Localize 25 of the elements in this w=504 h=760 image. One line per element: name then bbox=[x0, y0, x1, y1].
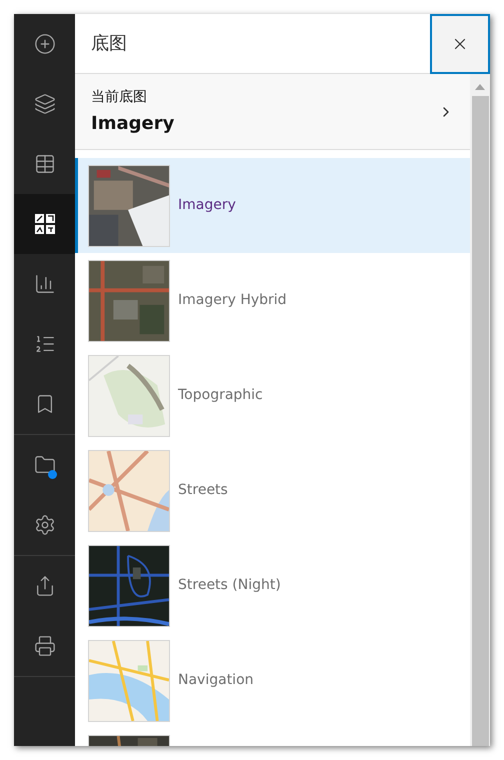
basemap-name: Imagery Hybrid bbox=[178, 291, 287, 310]
current-basemap-label: 当前底图 bbox=[91, 88, 148, 106]
current-basemap-row[interactable]: 当前底图 Imagery bbox=[75, 74, 470, 150]
close-button[interactable] bbox=[430, 14, 490, 74]
scrollbar[interactable] bbox=[470, 74, 490, 746]
scroll-up-icon bbox=[475, 84, 485, 90]
add-icon bbox=[34, 33, 56, 55]
basemap-item[interactable]: Imagery bbox=[75, 158, 470, 253]
basemap-name: Streets bbox=[178, 481, 228, 500]
settings-icon bbox=[34, 514, 56, 536]
scrollbar-thumb[interactable] bbox=[472, 96, 488, 746]
current-basemap-name: Imagery bbox=[91, 112, 176, 136]
basemap-grid-icon bbox=[34, 213, 56, 235]
basemap-name: Navigation bbox=[178, 671, 254, 690]
list-icon bbox=[34, 333, 56, 355]
sidebar-button[interactable] bbox=[14, 194, 75, 254]
basemap-name: Streets (Night) bbox=[178, 576, 281, 595]
layers-icon bbox=[34, 93, 56, 115]
panel-title: 底图 bbox=[91, 32, 127, 56]
bar-chart-icon bbox=[34, 273, 56, 295]
table-icon bbox=[34, 153, 56, 175]
printer-icon bbox=[34, 635, 56, 657]
basemap-name: Imagery bbox=[178, 196, 236, 215]
folder-icon bbox=[34, 454, 56, 476]
basemap-name: Topographic bbox=[178, 386, 263, 405]
